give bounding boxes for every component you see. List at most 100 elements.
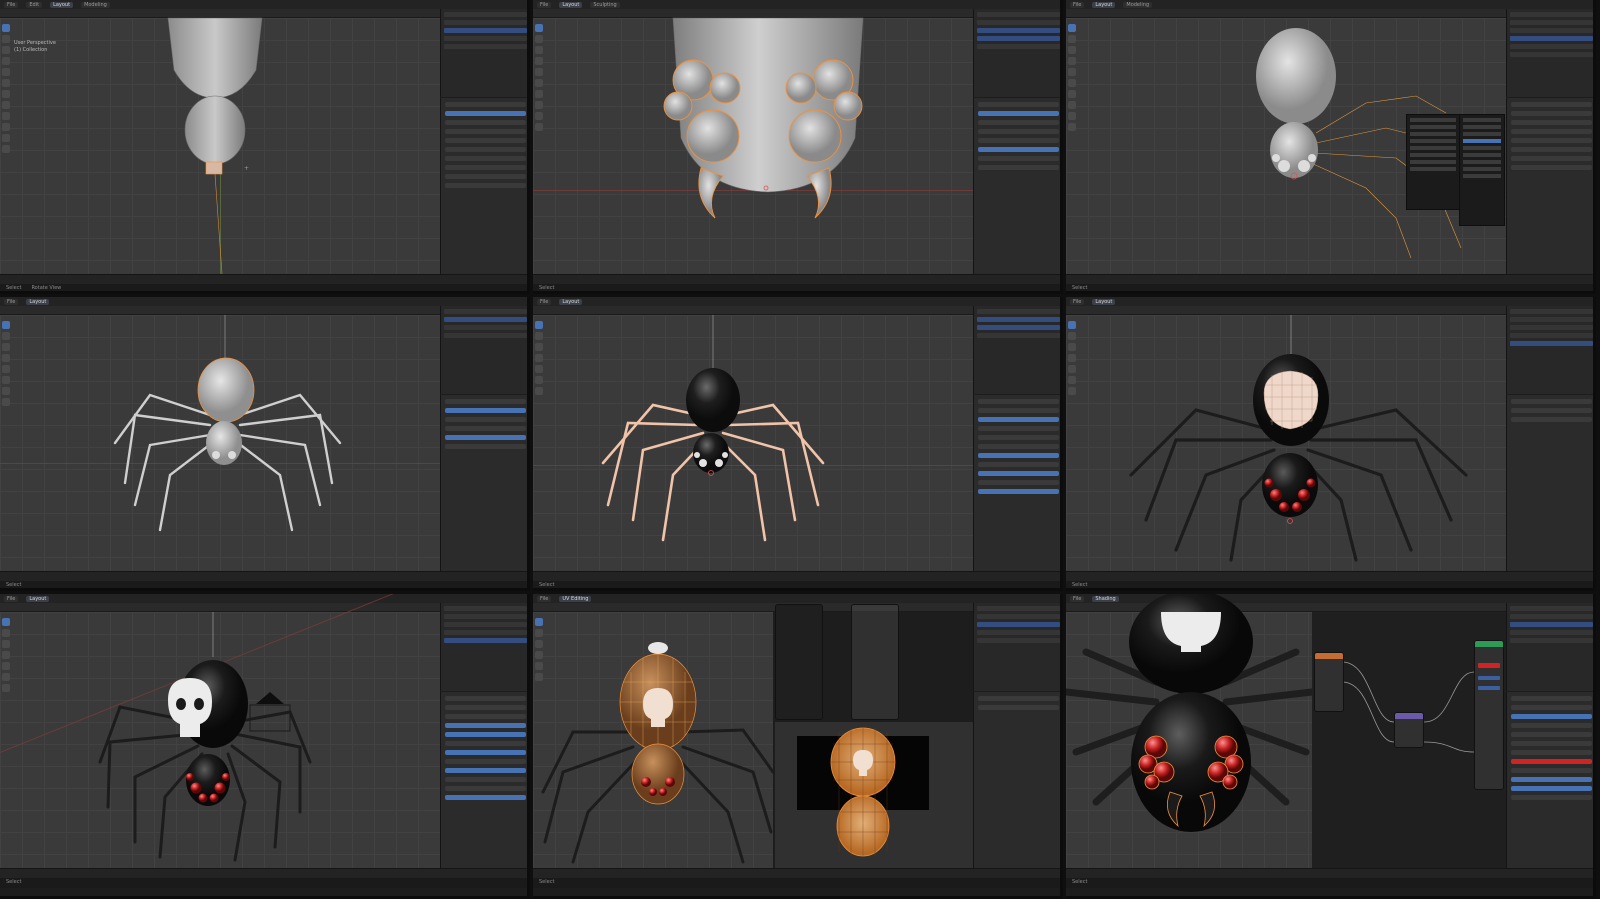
viewport-header[interactable] <box>0 306 440 315</box>
spider-grey-legs[interactable] <box>0 315 440 571</box>
3d-viewport[interactable] <box>0 594 483 868</box>
spider-body-mesh[interactable]: + <box>0 17 440 275</box>
outliner[interactable] <box>1506 9 1593 97</box>
3d-viewport[interactable] <box>533 612 775 868</box>
viewport-header[interactable] <box>0 603 440 612</box>
tool-shelf[interactable] <box>535 321 545 521</box>
menu-file[interactable]: File <box>4 595 19 602</box>
tab-layout[interactable]: Layout <box>1092 1 1116 8</box>
node-mix[interactable] <box>1394 712 1424 748</box>
outliner[interactable] <box>973 603 1060 691</box>
timeline[interactable] <box>1066 274 1593 284</box>
menu-file[interactable]: File <box>1070 1 1085 8</box>
uv-editor-sidebar[interactable] <box>775 604 823 720</box>
3d-viewport[interactable]: User Perspective (1) Collection + <box>0 17 440 275</box>
outliner[interactable] <box>440 306 527 394</box>
tab-layout[interactable]: Layout <box>1092 298 1116 305</box>
add-submenu-curve[interactable] <box>1459 114 1505 226</box>
menu-file[interactable]: File <box>537 595 552 602</box>
outliner[interactable] <box>1506 306 1593 394</box>
properties-editor[interactable] <box>973 692 1060 868</box>
spider-black-red-eyes[interactable] <box>1066 315 1506 571</box>
tab-layout[interactable]: Layout <box>50 1 74 8</box>
viewport-header[interactable] <box>1066 603 1506 612</box>
spider-uv-wireframe[interactable] <box>533 612 775 868</box>
properties-editor[interactable] <box>1506 395 1593 571</box>
menu-file[interactable]: File <box>4 1 19 8</box>
timeline[interactable] <box>1066 868 1593 878</box>
menu-file[interactable]: File <box>1070 298 1085 305</box>
menu-file[interactable]: File <box>537 298 552 305</box>
timeline[interactable] <box>533 274 1060 284</box>
top-menu-bar: File Layout <box>1066 297 1593 306</box>
material-properties[interactable] <box>1506 692 1593 868</box>
tab-modeling[interactable]: Modeling <box>81 1 110 8</box>
uv-editor[interactable] <box>775 722 973 868</box>
timeline[interactable] <box>533 571 1060 581</box>
viewport-header[interactable] <box>533 9 973 18</box>
3d-viewport[interactable] <box>533 315 973 571</box>
outliner[interactable] <box>973 9 1060 97</box>
properties-editor[interactable] <box>440 98 527 274</box>
3d-viewport[interactable] <box>0 315 440 571</box>
menu-file[interactable]: File <box>4 298 19 305</box>
3d-viewport[interactable] <box>1066 18 1506 274</box>
tool-shelf[interactable] <box>1068 24 1078 224</box>
tool-shelf[interactable] <box>535 24 545 224</box>
tool-shelf[interactable] <box>2 321 12 521</box>
timeline[interactable] <box>0 571 527 581</box>
timeline[interactable] <box>0 868 527 878</box>
viewport-header[interactable] <box>1066 306 1506 315</box>
properties-editor[interactable] <box>1506 98 1593 274</box>
outliner[interactable] <box>440 9 527 97</box>
material-properties[interactable] <box>440 692 527 868</box>
timeline[interactable] <box>0 274 527 284</box>
status-bar: Select <box>533 878 1060 888</box>
properties-editor[interactable] <box>440 395 527 571</box>
status-select: Select <box>539 879 555 885</box>
viewport-header[interactable] <box>0 9 440 18</box>
outliner[interactable] <box>973 306 1060 394</box>
3d-viewport[interactable] <box>533 17 973 274</box>
node-image-texture[interactable] <box>1314 652 1344 712</box>
viewport-header[interactable] <box>1066 9 1506 18</box>
outliner[interactable] <box>440 603 527 691</box>
3d-viewport[interactable] <box>1066 315 1506 571</box>
viewport-header[interactable] <box>533 603 973 612</box>
spider-skull-decal[interactable] <box>0 612 440 868</box>
tool-shelf[interactable] <box>2 24 12 224</box>
status-select: Select <box>6 582 22 588</box>
timeline[interactable] <box>1066 571 1593 581</box>
material-properties[interactable] <box>973 395 1060 571</box>
properties-editor[interactable] <box>973 98 1060 274</box>
3d-viewport[interactable] <box>1066 594 1316 868</box>
tab-layout[interactable]: Layout <box>559 1 583 8</box>
outliner[interactable] <box>1506 603 1593 691</box>
tool-shelf[interactable] <box>1068 321 1078 521</box>
tab-shading[interactable]: Shading <box>1092 595 1119 602</box>
tab-layout[interactable]: Layout <box>559 298 583 305</box>
spider-head-eyes[interactable] <box>533 17 973 274</box>
panel-body-blocking: File Edit Layout Modeling User Perspecti… <box>0 0 530 294</box>
timeline[interactable] <box>533 868 1060 878</box>
tab-layout[interactable]: Layout <box>26 298 50 305</box>
tab-modeling[interactable]: Modeling <box>1123 1 1153 8</box>
spider-closeup-render[interactable] <box>1066 594 1316 868</box>
top-menu-bar: File UV Editing <box>533 594 1060 603</box>
uv-island-mesh[interactable] <box>775 722 973 868</box>
node-principled-bsdf[interactable] <box>1474 640 1504 790</box>
tab-uv-editing[interactable]: UV Editing <box>559 595 592 602</box>
tab-layout[interactable]: Layout <box>26 595 50 602</box>
viewport-header[interactable] <box>533 306 973 315</box>
menu-file[interactable]: File <box>537 1 552 8</box>
uv-options-panel[interactable] <box>851 604 899 720</box>
add-menu[interactable] <box>1406 114 1460 210</box>
shader-node-editor[interactable] <box>1312 612 1506 868</box>
spider-selected-legs[interactable] <box>533 315 973 571</box>
tool-shelf[interactable] <box>2 618 12 818</box>
tab-sculpting[interactable]: Sculpting <box>590 1 620 8</box>
menu-file[interactable]: File <box>1070 595 1085 602</box>
status-bar: Select Rotate View <box>0 284 527 291</box>
tool-shelf[interactable] <box>535 618 545 818</box>
menu-edit[interactable]: Edit <box>26 1 43 8</box>
